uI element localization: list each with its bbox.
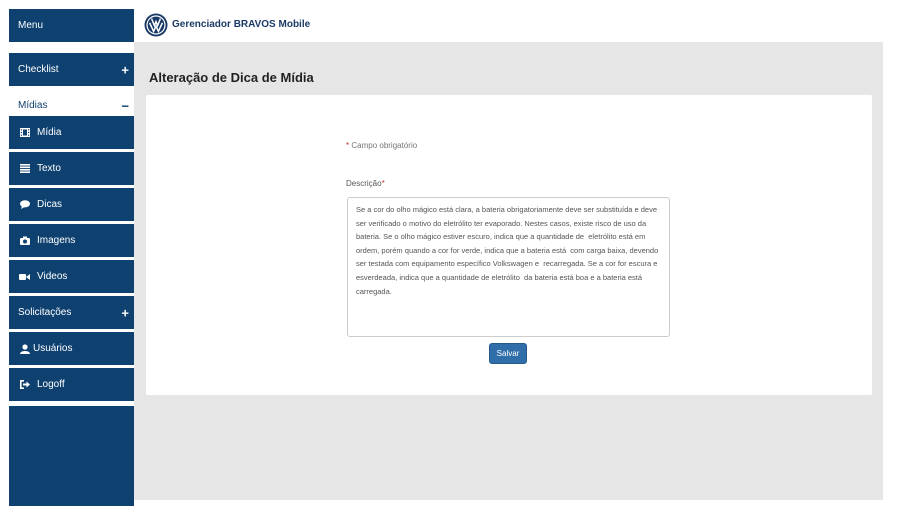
sidebar-item-label: Mídia [37, 127, 62, 138]
sidebar-item-label: Imagens [37, 235, 76, 246]
sidebar-item-label: Videos [37, 271, 68, 282]
user-icon [18, 343, 31, 354]
sidebar-item-usuarios[interactable]: Usuários [9, 332, 134, 365]
required-field-note: * Campo obrigatório [346, 141, 417, 150]
required-star: * [381, 179, 385, 188]
sidebar-item-label: Checklist [18, 64, 59, 75]
vw-logo-icon [144, 13, 168, 37]
sidebar-item-label: Mídias [18, 100, 48, 111]
description-textarea[interactable]: Se a cor do olho mágico está clara, a ba… [347, 197, 670, 337]
sidebar-item-dicas[interactable]: Dicas [9, 188, 134, 221]
expand-icon: + [121, 305, 129, 320]
list-icon [18, 164, 31, 173]
sidebar-item-menu[interactable]: Menu [9, 9, 134, 42]
logout-icon [18, 380, 31, 389]
main-content: Alteração de Dica de Mídia * Campo obrig… [134, 42, 883, 500]
sidebar-item-imagens[interactable]: Imagens [9, 224, 134, 257]
description-label: Descrição* [346, 179, 385, 188]
page-title: Alteração de Dica de Mídia [149, 70, 314, 85]
video-camera-icon [18, 273, 31, 281]
comment-icon [18, 200, 31, 209]
film-icon [18, 128, 31, 137]
camera-icon [18, 236, 31, 245]
save-button[interactable]: Salvar [489, 343, 527, 364]
collapse-icon: − [121, 98, 129, 113]
sidebar: Menu Checklist + Mídias − Mídia Texto Di… [9, 9, 134, 506]
sidebar-item-solicitacoes[interactable]: Solicitações + [9, 296, 134, 329]
description-label-text: Descrição [346, 179, 382, 188]
sidebar-item-checklist[interactable]: Checklist + [9, 53, 134, 86]
app-header: Gerenciador BRAVOS Mobile [134, 9, 900, 42]
required-star: * [346, 141, 350, 150]
sidebar-item-label: Logoff [37, 379, 65, 390]
sidebar-item-videos[interactable]: Videos [9, 260, 134, 293]
sidebar-item-label: Solicitações [18, 307, 72, 318]
form-card: * Campo obrigatório Descrição* Se a cor … [146, 95, 872, 395]
required-note-text: Campo obrigatório [351, 141, 418, 150]
sidebar-background [9, 406, 134, 506]
sidebar-item-label: Texto [37, 163, 61, 174]
sidebar-item-logoff[interactable]: Logoff [9, 368, 134, 401]
sidebar-item-texto[interactable]: Texto [9, 152, 134, 185]
sidebar-item-label: Menu [18, 20, 44, 31]
sidebar-item-midia[interactable]: Mídia [9, 116, 134, 149]
sidebar-item-label: Dicas [37, 199, 63, 210]
app-title: Gerenciador BRAVOS Mobile [172, 19, 311, 30]
expand-icon: + [121, 62, 129, 77]
sidebar-item-label: Usuários [33, 343, 73, 354]
